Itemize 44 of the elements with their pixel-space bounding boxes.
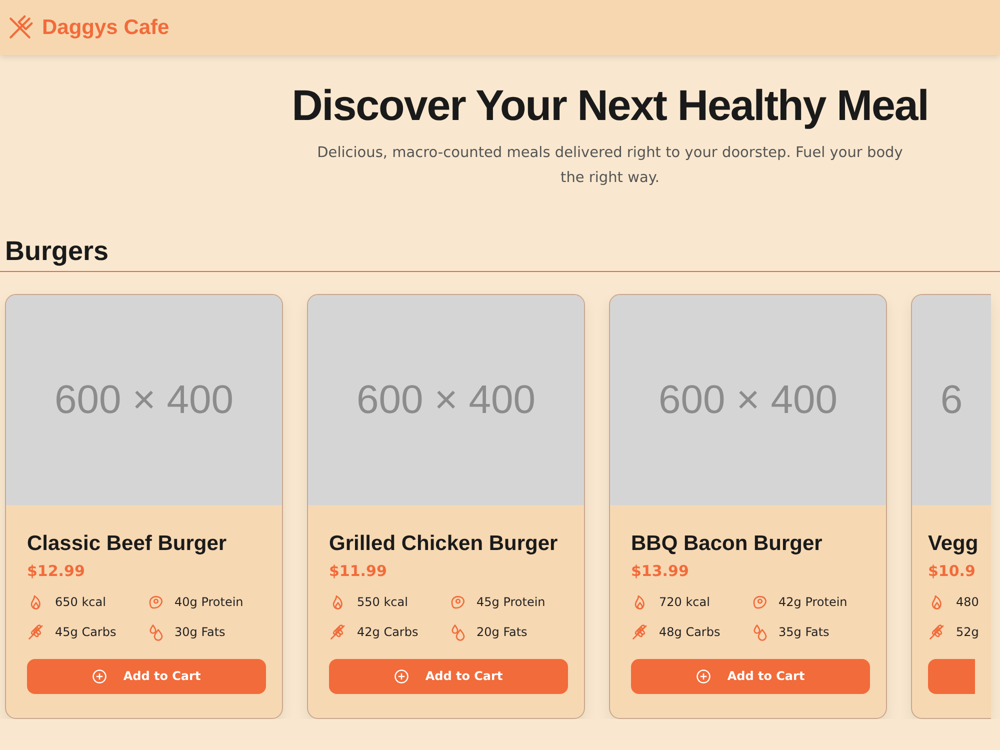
product-name: Grilled Chicken Burger (329, 530, 559, 556)
product-price: $12.99 (27, 561, 86, 582)
macro-text: 20g Fats (476, 624, 528, 641)
macro-text: 550 kcal (357, 594, 408, 611)
product-price: $13.99 (631, 561, 690, 582)
product-name: Classic Beef Burger (27, 530, 228, 556)
wheat-icon (329, 622, 347, 641)
page-subtitle: Delicious, macro-counted meals delivered right to your doorstep. Fuel your body the right way. (316, 144, 904, 188)
placeholder-text: 6 (940, 376, 963, 424)
section-heading: Burgers (0, 234, 1000, 272)
macro-text: 30g Fats (174, 624, 226, 641)
wheat-icon (928, 622, 946, 641)
plus-circle-icon (92, 668, 108, 684)
macro-text: 480 (956, 594, 979, 611)
macro-text: 45g Protein (476, 594, 546, 611)
add-to-cart-button[interactable]: Add to Cart (27, 658, 266, 694)
drops-icon (750, 622, 768, 641)
product-price: $11.99 (329, 561, 388, 582)
placeholder-text: 600 × 400 (658, 376, 838, 424)
add-to-cart-button[interactable] (928, 658, 975, 694)
macro-text: 42g Carbs (357, 624, 418, 641)
macro-text: 45g Carbs (55, 624, 116, 641)
product-price: $10.9 (928, 561, 975, 582)
drops-icon (448, 622, 466, 641)
wheat-icon (27, 622, 45, 641)
macro-text: 35g Fats (778, 624, 830, 641)
macro-text: 52g (956, 624, 979, 641)
add-to-cart-button[interactable]: Add to Cart (631, 658, 870, 694)
plus-circle-icon (696, 668, 712, 684)
placeholder-text: 600 × 400 (356, 376, 536, 424)
product-name: Vegg (928, 530, 975, 556)
macro-text: 42g Protein (778, 594, 848, 611)
placeholder-text: 600 × 400 (54, 376, 234, 424)
macro-text: 40g Protein (174, 594, 244, 611)
wheat-icon (631, 622, 649, 641)
macro-text: 48g Carbs (659, 624, 720, 641)
brand-name: Daggys Cafe (42, 14, 170, 41)
plus-circle-icon (394, 668, 410, 684)
macro-text: 720 kcal (659, 594, 710, 611)
macro-text: 650 kcal (55, 594, 106, 611)
product-name: BBQ Bacon Burger (631, 530, 824, 556)
drops-icon (146, 622, 164, 641)
page-title: Discover Your Next Healthy Meal (290, 81, 930, 132)
add-to-cart-button[interactable]: Add to Cart (329, 658, 568, 694)
